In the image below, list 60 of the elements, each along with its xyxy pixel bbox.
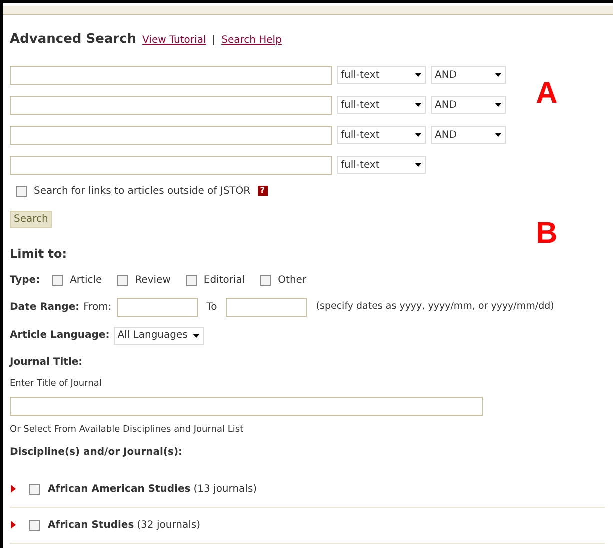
help-icon[interactable]: ? [258,186,268,196]
outside-links-label: Search for links to articles outside of JSTOR [34,184,251,198]
search-field[interactable] [10,126,332,144]
type-option-label: Other [278,274,307,288]
caret-icon [192,334,200,338]
journal-count: (32 journals) [137,518,200,532]
journal-title-hint: Enter Title of Journal [10,378,103,390]
checkbox[interactable] [16,186,27,196]
tutorial-link[interactable]: View Tutorial [142,33,206,48]
from-label: From: [84,300,112,314]
help-link[interactable]: Search Help [222,33,282,48]
to-label: To [206,300,218,314]
discipline-name: African Studies [48,518,134,532]
dropdown[interactable]: full-text [337,126,426,144]
from-date-field[interactable] [116,298,198,316]
caret-icon [415,103,422,107]
caret-icon [495,103,502,107]
search-field[interactable] [10,66,332,84]
dropdown[interactable]: full-text [337,96,426,114]
dropdown[interactable]: full-text [337,66,426,84]
checkbox[interactable] [29,484,40,494]
caret-icon [495,133,502,137]
journal-title-field[interactable] [10,397,483,416]
annotation-letter: B [536,216,558,252]
annotation-letter: A [536,76,558,112]
section-title: Limit to: [10,246,68,262]
type-option-label: Article [70,274,102,288]
collapsed-arrow-icon[interactable] [11,485,17,493]
language-label: Article Language: [10,329,110,343]
collapsed-arrow-icon[interactable] [11,521,17,529]
dropdown[interactable]: AND [431,126,506,144]
date-range-label: Date Range: [10,300,80,314]
search-button[interactable]: Search [10,210,52,228]
dropdown[interactable]: full-text [337,156,426,174]
search-field[interactable] [10,96,332,114]
caret-icon [415,163,422,167]
page-title: Advanced Search [10,31,137,49]
checkbox[interactable] [260,274,272,286]
discipline-name: African American Studies [48,482,191,496]
type-option-label: Editorial [204,274,246,288]
search-field[interactable] [10,156,332,174]
journal-title-label: Journal Title: [10,356,84,370]
checkbox[interactable] [29,520,40,530]
to-date-field[interactable] [226,298,308,316]
dropdown[interactable]: AND [431,66,506,84]
disciplines-label: Discipline(s) and/or Journal(s): [10,446,184,460]
date-format-hint: (specify dates as yyyy, yyyy/mm, or yyyy/mm/dd) [316,300,554,314]
caret-icon [415,73,422,77]
dropdown[interactable]: AND [431,96,506,114]
caret-icon [415,133,422,137]
checkbox[interactable] [52,274,64,286]
caret-icon [495,73,502,77]
journal-count: (13 journals) [194,482,258,496]
type-label: Type: [10,274,40,288]
type-option-label: Review [135,274,171,288]
separator: | [212,34,216,48]
or-select-text: Or Select From Available Disciplines and Journal List [10,424,245,437]
dropdown[interactable]: All Languages [114,326,204,344]
checkbox[interactable] [117,274,128,286]
checkbox[interactable] [186,274,197,286]
